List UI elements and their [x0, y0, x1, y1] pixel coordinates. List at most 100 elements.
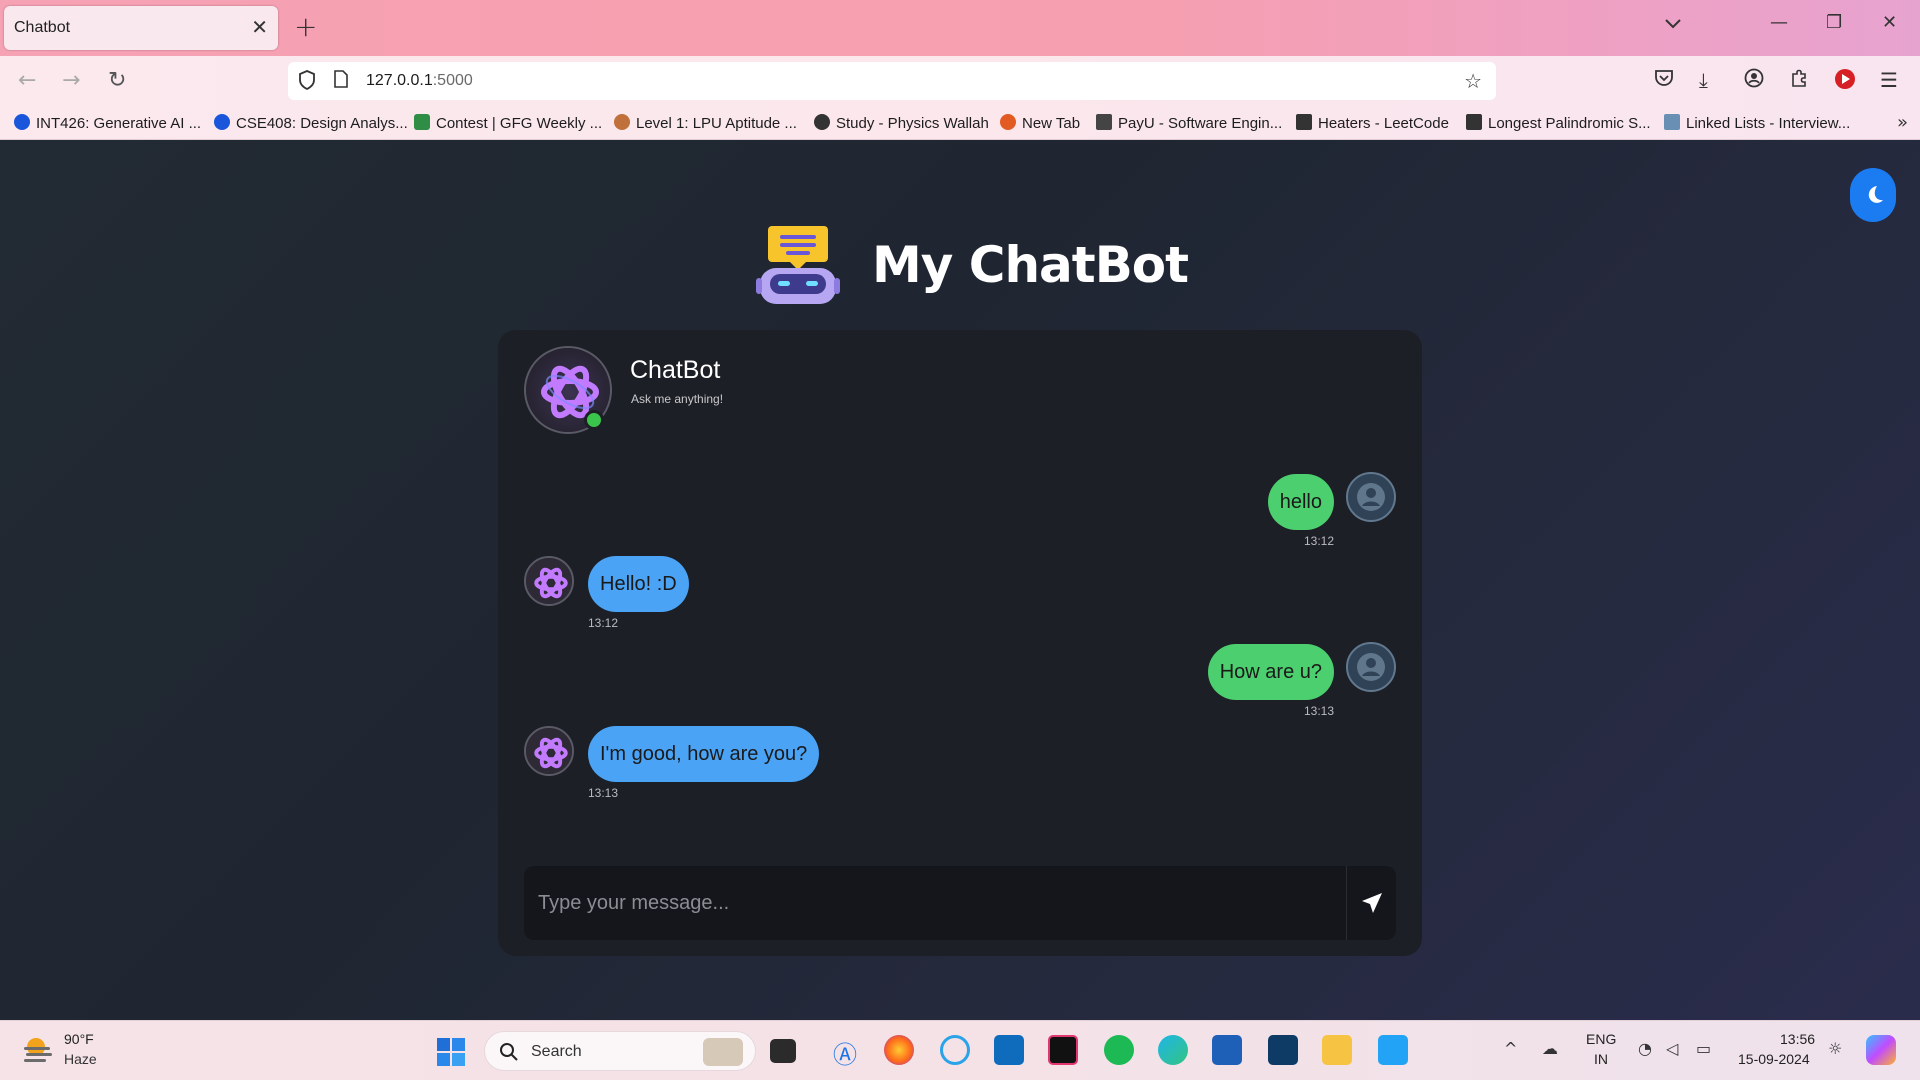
bookmark-item[interactable]: CSE408: Design Analys... [214, 114, 408, 132]
page-info-icon[interactable] [334, 70, 348, 93]
bookmark-label: Level 1: LPU Aptitude ... [636, 115, 797, 132]
bookmark-favicon-icon [614, 114, 630, 130]
downloads-icon[interactable]: ⤓ [1699, 68, 1708, 92]
send-icon [1361, 893, 1382, 913]
weather-description[interactable]: Haze [64, 1051, 97, 1067]
bookmark-item[interactable]: Level 1: LPU Aptitude ... [614, 114, 797, 132]
taskbar-search[interactable]: Search [484, 1031, 756, 1071]
bookmark-item[interactable]: Contest | GFG Weekly ... [414, 114, 602, 132]
robot-logo-icon [756, 226, 840, 304]
search-label: Search [531, 1043, 582, 1060]
task-view-icon[interactable] [770, 1039, 796, 1063]
spotify-icon[interactable] [1104, 1035, 1134, 1065]
security-app-icon[interactable] [1268, 1035, 1298, 1065]
windows-taskbar: 90°F Haze Search Ⓐ ^ ☁ ENG IN ◔ ◁ ▭ 13:5… [0, 1020, 1920, 1080]
user-avatar [1346, 642, 1396, 692]
wifi-icon[interactable]: ◔ [1638, 1039, 1652, 1058]
more-bookmarks-icon[interactable]: » [1897, 112, 1908, 133]
bookmark-item[interactable]: Linked Lists - Interview... [1664, 114, 1850, 132]
cortana-icon[interactable] [940, 1035, 970, 1065]
video-extension-icon[interactable] [1834, 68, 1856, 95]
bookmark-favicon-icon [814, 114, 830, 130]
bookmark-star-icon[interactable]: ☆ [1464, 69, 1482, 93]
user-icon [1357, 483, 1385, 511]
bookmark-favicon-icon [1000, 114, 1016, 130]
account-icon[interactable] [1744, 68, 1764, 93]
bot-message: Hello! :D [588, 556, 689, 612]
new-tab-icon[interactable]: + [294, 10, 317, 43]
url-text: 127.0.0.1:5000 [366, 72, 473, 90]
volume-icon[interactable]: ◁ [1666, 1039, 1678, 1058]
send-button[interactable] [1346, 866, 1396, 940]
openai-logo-icon [526, 728, 572, 774]
show-hidden-icons-icon[interactable]: ^ [1504, 1039, 1517, 1058]
forward-icon[interactable]: → [62, 68, 80, 93]
bookmark-item[interactable]: PayU - Software Engin... [1096, 114, 1282, 132]
bookmark-item[interactable]: Study - Physics Wallah [814, 114, 989, 132]
clock-time[interactable]: 13:56 [1780, 1031, 1815, 1047]
back-icon[interactable]: ← [18, 68, 36, 93]
windows-start-icon[interactable] [436, 1037, 466, 1067]
bookmark-label: Longest Palindromic S... [1488, 115, 1651, 132]
bot-message-avatar [524, 556, 574, 606]
bookmark-label: CSE408: Design Analys... [236, 115, 408, 132]
menu-icon[interactable]: ☰ [1880, 68, 1898, 92]
reload-icon[interactable]: ↻ [108, 68, 126, 93]
battery-icon[interactable]: ▭ [1696, 1039, 1711, 1058]
microsoft-store-icon[interactable] [1212, 1035, 1242, 1065]
moon-icon [1868, 186, 1883, 203]
tracking-protection-icon[interactable] [298, 70, 316, 95]
onedrive-offline-icon[interactable]: ☁ [1542, 1039, 1558, 1058]
bookmark-favicon-icon [214, 114, 230, 130]
bookmark-item[interactable]: Heaters - LeetCode [1296, 114, 1449, 132]
bookmark-favicon-icon [14, 114, 30, 130]
copilot-icon[interactable] [1866, 1035, 1896, 1065]
bookmark-item[interactable]: Longest Palindromic S... [1466, 114, 1651, 132]
minimize-icon[interactable]: — [1770, 12, 1788, 33]
message-time: 13:13 [588, 786, 619, 800]
outlook-icon[interactable] [994, 1035, 1024, 1065]
message-input[interactable] [524, 866, 1344, 940]
bookmark-label: PayU - Software Engin... [1118, 115, 1283, 132]
message-time: 13:12 [588, 616, 619, 630]
chatbot-page: My ChatBot ChatBot Ask me anything! hell… [0, 140, 1920, 1020]
user-icon [1357, 653, 1385, 681]
notification-icon[interactable]: ☼ [1828, 1039, 1842, 1058]
bot-name: ChatBot [630, 356, 721, 384]
bookmark-label: INT426: Generative AI ... [36, 115, 202, 132]
address-bar[interactable]: 127.0.0.1:5000 ☆ [288, 62, 1496, 100]
bookmark-favicon-icon [1466, 114, 1482, 130]
intellij-icon[interactable] [1048, 1035, 1078, 1065]
weather-temperature[interactable]: 90°F [64, 1031, 94, 1047]
language-indicator[interactable]: ENG [1586, 1031, 1616, 1047]
edge-icon[interactable] [1158, 1035, 1188, 1065]
bookmark-favicon-icon [414, 114, 430, 130]
list-all-tabs-icon[interactable] [1664, 14, 1682, 35]
bot-subtitle: Ask me anything! [631, 392, 724, 406]
bookmark-label: Heaters - LeetCode [1318, 115, 1449, 132]
bookmark-label: Study - Physics Wallah [836, 115, 989, 132]
extensions-icon[interactable] [1789, 68, 1809, 93]
navigation-toolbar: ← → ↻ 127.0.0.1:5000 ☆ ⤓ ☰ [0, 56, 1920, 106]
dark-mode-toggle[interactable] [1850, 168, 1896, 222]
region-indicator[interactable]: IN [1594, 1051, 1608, 1067]
bookmark-item[interactable]: New Tab [1000, 114, 1080, 132]
tab-chatbot[interactable]: Chatbot ✕ [4, 6, 278, 50]
tab-close-icon[interactable]: ✕ [251, 15, 268, 39]
chat-window: ChatBot Ask me anything! hello 13:12 Hel… [498, 330, 1422, 956]
window-close-icon[interactable]: ✕ [1882, 12, 1897, 33]
restore-icon[interactable]: ❐ [1826, 12, 1842, 33]
vscode-icon[interactable] [1378, 1035, 1408, 1065]
clock-date[interactable]: 15-09-2024 [1738, 1051, 1810, 1067]
app-store-icon[interactable]: Ⓐ [830, 1035, 860, 1069]
firefox-taskbar-icon[interactable] [884, 1035, 914, 1065]
bot-message: I'm good, how are you? [588, 726, 820, 782]
bookmark-favicon-icon [1096, 114, 1112, 130]
bookmark-favicon-icon [1664, 114, 1680, 130]
bookmark-item[interactable]: INT426: Generative AI ... [14, 114, 201, 132]
file-explorer-icon[interactable] [1322, 1035, 1352, 1065]
pocket-icon[interactable] [1654, 68, 1674, 92]
haze-weather-icon [24, 1038, 52, 1062]
message-composer [524, 866, 1396, 940]
message-time: 13:12 [1303, 534, 1334, 548]
